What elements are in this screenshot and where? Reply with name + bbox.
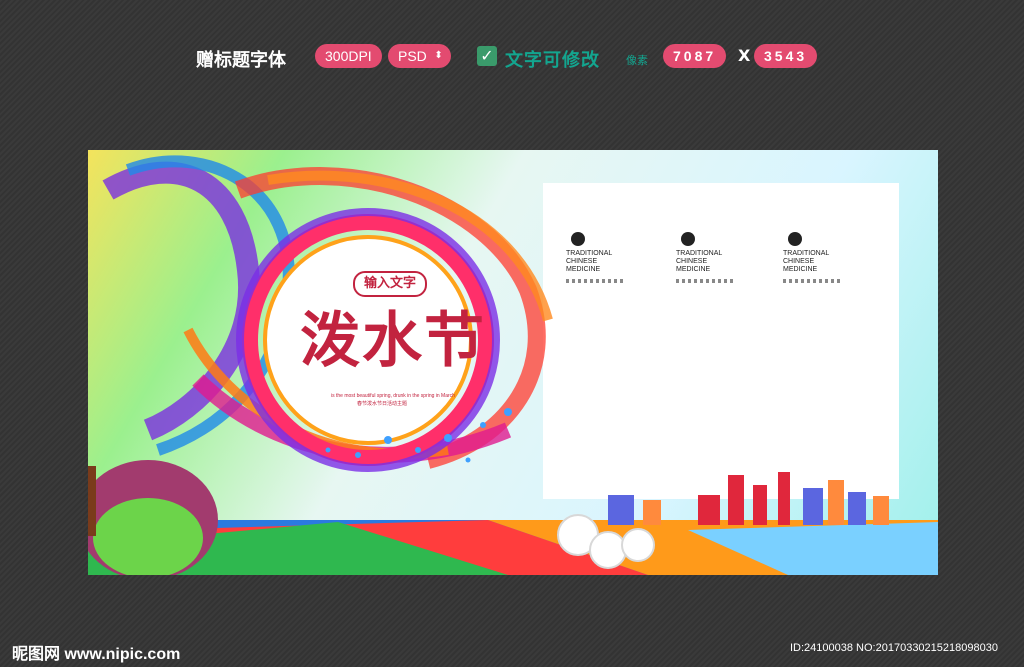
logo-text: CHINESE [783, 258, 815, 265]
checkbox-icon[interactable]: ✓ [477, 46, 497, 66]
divider [783, 279, 843, 283]
format-label: PSD [398, 48, 427, 64]
poster-artwork [88, 155, 938, 575]
logo-text: CHINESE [566, 258, 598, 265]
format-select[interactable]: PSD ⬍ [388, 44, 451, 68]
poster-subtitle-en: is the most beautiful spring, drunk in t… [331, 393, 455, 399]
emblem-icon [788, 232, 802, 246]
times-sign: X [738, 46, 751, 65]
poster-subtitle-cn: 春节泼水节日活动主题 [357, 401, 408, 407]
logo-text: TRADITIONAL [676, 250, 723, 257]
checkbox-label: 文字可修改 [505, 50, 600, 71]
dpi-badge: 300DPI [315, 44, 382, 68]
logo-text: TRADITIONAL [783, 250, 830, 257]
logo-block: TRADITIONAL CHINESE MEDICINE [783, 232, 843, 283]
logo-block: TRADITIONAL CHINESE MEDICINE [566, 232, 626, 283]
divider [566, 279, 626, 283]
toolbar: 赠标题字体 300DPI PSD ⬍ ✓ 文字可修改 像素 7087 X 354… [0, 40, 1024, 74]
logo-text: MEDICINE [676, 266, 711, 273]
size-label: 像素 [626, 54, 648, 67]
height-badge: 3543 [754, 44, 818, 68]
width-badge: 7087 [663, 44, 727, 68]
logo-block: TRADITIONAL CHINESE MEDICINE [676, 232, 736, 283]
image-id: ID:24100038 NO:20170330215218098030 [790, 642, 998, 654]
logo-text: CHINESE [676, 258, 708, 265]
site-watermark: 昵图网 www.nipic.com [12, 646, 181, 663]
logo-text: TRADITIONAL [566, 250, 613, 257]
chevron-updown-icon: ⬍ [434, 50, 443, 61]
divider [676, 279, 736, 283]
emblem-icon [681, 232, 695, 246]
poster-image: 输入文字 泼水节 is the most beautiful spring, d… [88, 150, 938, 575]
emblem-icon [571, 232, 585, 246]
watermark-bar: 昵图网 www.nipic.com ID:24100038 NO:2017033… [0, 630, 1024, 667]
toolbar-title: 赠标题字体 [196, 50, 286, 71]
logo-text: MEDICINE [783, 266, 818, 273]
poster-title: 泼水节 [300, 306, 486, 376]
logo-text: MEDICINE [566, 266, 601, 273]
